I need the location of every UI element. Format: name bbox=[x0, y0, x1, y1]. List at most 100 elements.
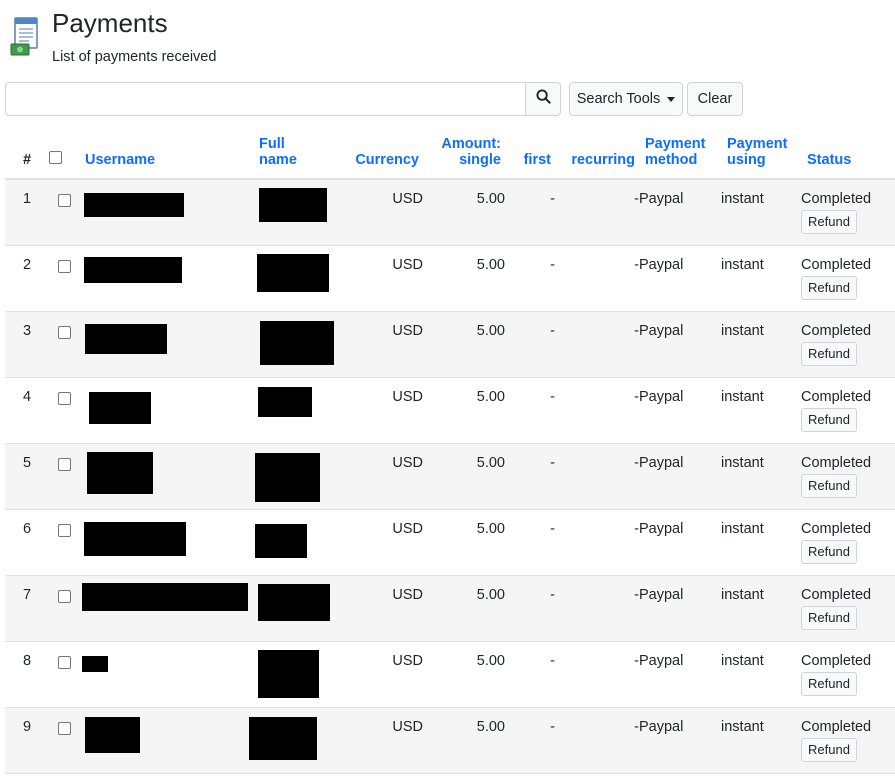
search-toolbar: Search Tools Clear bbox=[5, 82, 745, 116]
redacted-fullname bbox=[249, 716, 317, 760]
refund-button[interactable]: Refund bbox=[801, 605, 857, 630]
redacted-username bbox=[84, 256, 182, 283]
fullname-cell bbox=[259, 311, 341, 377]
amount-single-cell: 5.00 bbox=[476, 191, 505, 207]
column-header-username[interactable]: Username bbox=[79, 128, 259, 180]
status-cell: Completed Refund bbox=[801, 245, 895, 311]
payment-method-cell: Paypal bbox=[639, 652, 684, 669]
table-row[interactable]: 9 USD 5.00 - - Paypal instant Completed … bbox=[5, 707, 895, 773]
table-row[interactable]: 5 USD 5.00 - - Paypal instant Completed … bbox=[5, 443, 895, 509]
select-all-checkbox[interactable] bbox=[49, 151, 62, 164]
payment-using-cell: instant bbox=[721, 388, 764, 405]
row-checkbox[interactable] bbox=[57, 589, 71, 603]
search-button[interactable] bbox=[525, 82, 561, 116]
fullname-cell bbox=[257, 245, 341, 311]
amount-first-cell: - bbox=[550, 256, 555, 273]
refund-button[interactable]: Refund bbox=[801, 341, 857, 366]
username-cell[interactable] bbox=[79, 641, 259, 707]
column-header-fullname[interactable]: Full name bbox=[259, 128, 341, 180]
redacted-fullname bbox=[258, 386, 312, 417]
fullname-cell bbox=[249, 707, 341, 773]
fullname-cell bbox=[255, 509, 341, 575]
table-row[interactable]: 4 USD 5.00 - - Paypal instant Completed … bbox=[5, 377, 895, 443]
refund-button[interactable]: Refund bbox=[801, 210, 857, 234]
redacted-fullname bbox=[260, 320, 334, 365]
column-header-status[interactable]: Status bbox=[801, 128, 895, 180]
row-number: 2 bbox=[22, 256, 32, 273]
row-checkbox[interactable] bbox=[57, 721, 71, 735]
refund-button[interactable]: Refund bbox=[801, 407, 857, 432]
row-checkbox-cell bbox=[49, 179, 79, 245]
status-text: Completed bbox=[801, 388, 872, 405]
redacted-fullname bbox=[258, 649, 319, 698]
column-header-currency[interactable]: Currency bbox=[341, 128, 423, 180]
username-cell[interactable] bbox=[79, 311, 259, 377]
refund-button[interactable]: Refund bbox=[801, 275, 857, 300]
column-header-payment-method[interactable]: Payment method bbox=[639, 128, 721, 180]
payments-table: # Username Full name Currency Amount: si… bbox=[5, 128, 895, 774]
amount-recurring-cell: - bbox=[634, 454, 639, 471]
search-tools-dropdown[interactable]: Search Tools bbox=[569, 82, 683, 116]
amount-recurring-cell: - bbox=[634, 520, 639, 537]
page-title: Payments bbox=[52, 8, 168, 38]
currency-cell: USD bbox=[392, 718, 423, 735]
refund-button[interactable]: Refund bbox=[801, 671, 857, 696]
table-row[interactable]: 6 USD 5.00 - - Paypal instant Completed … bbox=[5, 509, 895, 575]
username-cell[interactable] bbox=[79, 707, 259, 773]
row-checkbox[interactable] bbox=[57, 391, 71, 405]
amount-single-cell: 5.00 bbox=[476, 322, 505, 339]
row-checkbox[interactable] bbox=[57, 523, 71, 537]
table-row[interactable]: 8 USD 5.00 - - Paypal instant Completed … bbox=[5, 641, 895, 707]
username-cell[interactable] bbox=[79, 575, 259, 641]
row-checkbox[interactable] bbox=[57, 259, 71, 273]
username-cell[interactable] bbox=[79, 245, 259, 311]
payment-method-cell: Paypal bbox=[639, 191, 684, 207]
fullname-cell bbox=[255, 443, 341, 509]
table-row[interactable]: 3 USD 5.00 - - Paypal instant Completed … bbox=[5, 311, 895, 377]
refund-button[interactable]: Refund bbox=[801, 473, 857, 498]
row-checkbox[interactable] bbox=[57, 655, 71, 669]
column-header-number: # bbox=[5, 128, 49, 180]
column-header-payment-using[interactable]: Payment using bbox=[721, 128, 801, 180]
amount-recurring-cell: - bbox=[634, 718, 639, 735]
refund-button[interactable]: Refund bbox=[801, 737, 857, 762]
clear-button[interactable]: Clear bbox=[687, 82, 743, 116]
amount-first-cell: - bbox=[550, 191, 555, 207]
row-checkbox-cell bbox=[49, 443, 79, 509]
row-checkbox-cell bbox=[49, 575, 79, 641]
table-row[interactable]: 1 USD 5.00 - - Paypal instant Completed … bbox=[5, 179, 895, 245]
status-text: Completed bbox=[801, 322, 872, 339]
row-checkbox-cell bbox=[49, 641, 79, 707]
status-cell: Completed Refund bbox=[801, 575, 895, 641]
status-cell: Completed Refund bbox=[801, 179, 895, 245]
table-row[interactable]: 7 USD 5.00 - - Paypal instant Completed … bbox=[5, 575, 895, 641]
username-cell[interactable] bbox=[79, 443, 259, 509]
username-cell[interactable] bbox=[79, 377, 259, 443]
username-cell[interactable] bbox=[79, 509, 259, 575]
search-input[interactable] bbox=[5, 82, 526, 116]
fullname-cell bbox=[258, 575, 341, 641]
redacted-username bbox=[85, 323, 167, 354]
redacted-fullname bbox=[259, 188, 327, 222]
select-all-checkbox-cell bbox=[49, 128, 79, 180]
row-checkbox[interactable] bbox=[57, 325, 71, 339]
redacted-fullname bbox=[255, 523, 307, 558]
payment-method-cell: Paypal bbox=[639, 718, 684, 735]
amount-single-cell: 5.00 bbox=[476, 718, 505, 735]
column-header-amount-single[interactable]: Amount: single bbox=[423, 128, 505, 180]
refund-button[interactable]: Refund bbox=[801, 539, 857, 564]
row-number: 6 bbox=[22, 520, 32, 537]
table-row[interactable]: 2 USD 5.00 - - Paypal instant Completed … bbox=[5, 245, 895, 311]
column-header-first[interactable]: first bbox=[505, 128, 555, 180]
currency-cell: USD bbox=[392, 520, 423, 537]
row-checkbox[interactable] bbox=[57, 194, 71, 207]
page-subtitle: List of payments received bbox=[52, 49, 217, 65]
row-checkbox[interactable] bbox=[57, 457, 71, 471]
username-cell[interactable] bbox=[79, 179, 259, 245]
row-checkbox-cell bbox=[49, 311, 79, 377]
payment-using-cell: instant bbox=[721, 454, 764, 471]
amount-single-cell: 5.00 bbox=[476, 388, 505, 405]
column-header-recurring[interactable]: recurring bbox=[555, 128, 639, 180]
payments-document-icon bbox=[9, 16, 41, 58]
payment-using-cell: instant bbox=[721, 718, 764, 735]
